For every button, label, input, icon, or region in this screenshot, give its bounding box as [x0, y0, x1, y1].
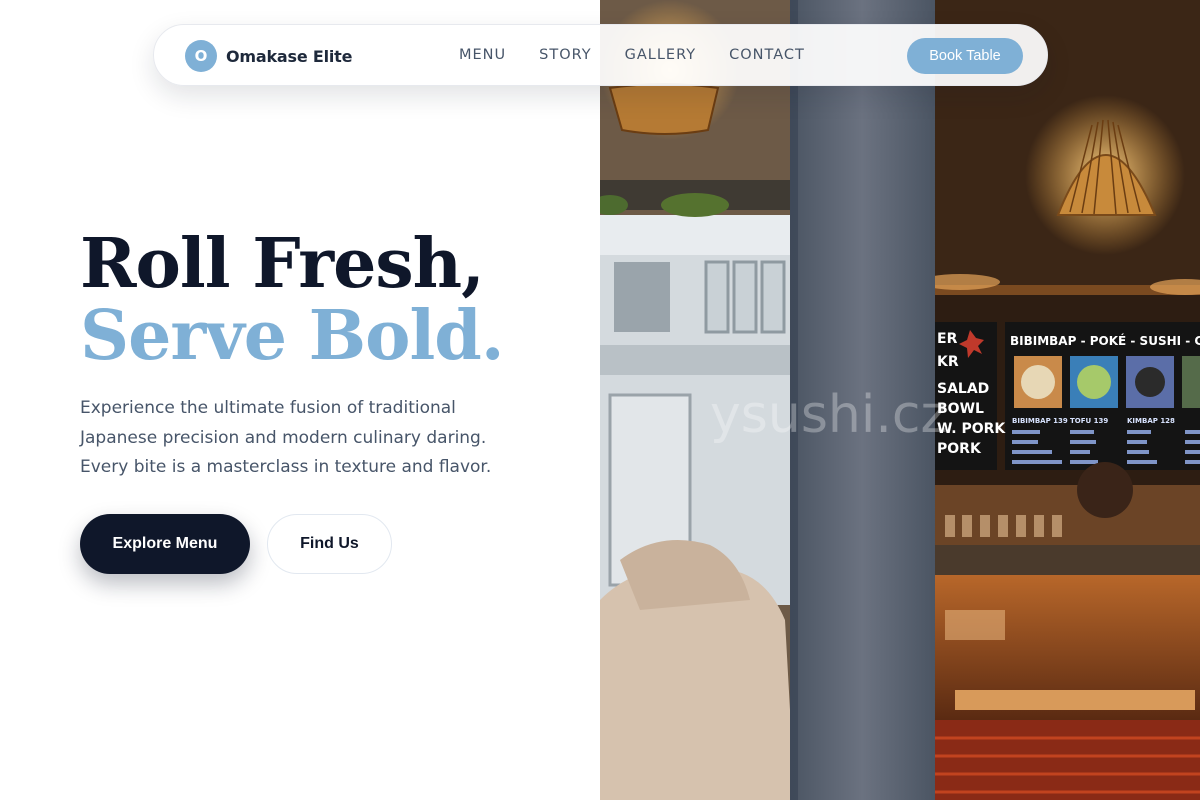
brand-mark-icon: O	[185, 40, 217, 72]
menu-board-header: BIBIMBAP - POKÉ - SUSHI - CURRY	[1010, 333, 1200, 348]
nav-link-contact[interactable]: CONTACT	[729, 47, 805, 63]
hero-actions: Explore Menu Find Us	[80, 514, 392, 574]
brand-logo[interactable]: O Omakase Elite	[185, 40, 352, 72]
hero-headline-line-2: Serve Bold.	[80, 296, 505, 376]
board-left-item: KR	[937, 354, 959, 370]
top-navigation: O Omakase Elite MENU STORY GALLERY CONTA…	[153, 24, 1048, 86]
hero-headline: Roll Fresh, Serve Bold.	[80, 224, 505, 376]
menu-board-item: TOFU 139	[1070, 417, 1108, 425]
nav-link-menu[interactable]: MENU	[459, 47, 506, 63]
find-us-button[interactable]: Find Us	[267, 514, 392, 574]
menu-board-item: KIMBAP 128	[1127, 417, 1175, 425]
explore-menu-button[interactable]: Explore Menu	[80, 514, 250, 574]
hero-photo: BIBIMBAP - POKÉ - SUSHI - CURRY BIBIMBAP…	[600, 0, 1200, 800]
nav-links: MENU STORY GALLERY CONTACT	[459, 47, 805, 63]
board-left-item: ER	[937, 331, 958, 347]
hero-description: Experience the ultimate fusion of tradit…	[80, 398, 492, 477]
hero-headline-line-1: Roll Fresh,	[80, 224, 485, 304]
book-table-button[interactable]: Book Table	[907, 38, 1023, 74]
nav-link-story[interactable]: STORY	[539, 47, 591, 63]
window-decal-text: ysushi.cz	[710, 385, 948, 445]
brand-name: Omakase Elite	[226, 46, 353, 66]
menu-board-item: BIBIMBAP 139	[1012, 417, 1068, 425]
nav-link-gallery[interactable]: GALLERY	[625, 47, 696, 63]
